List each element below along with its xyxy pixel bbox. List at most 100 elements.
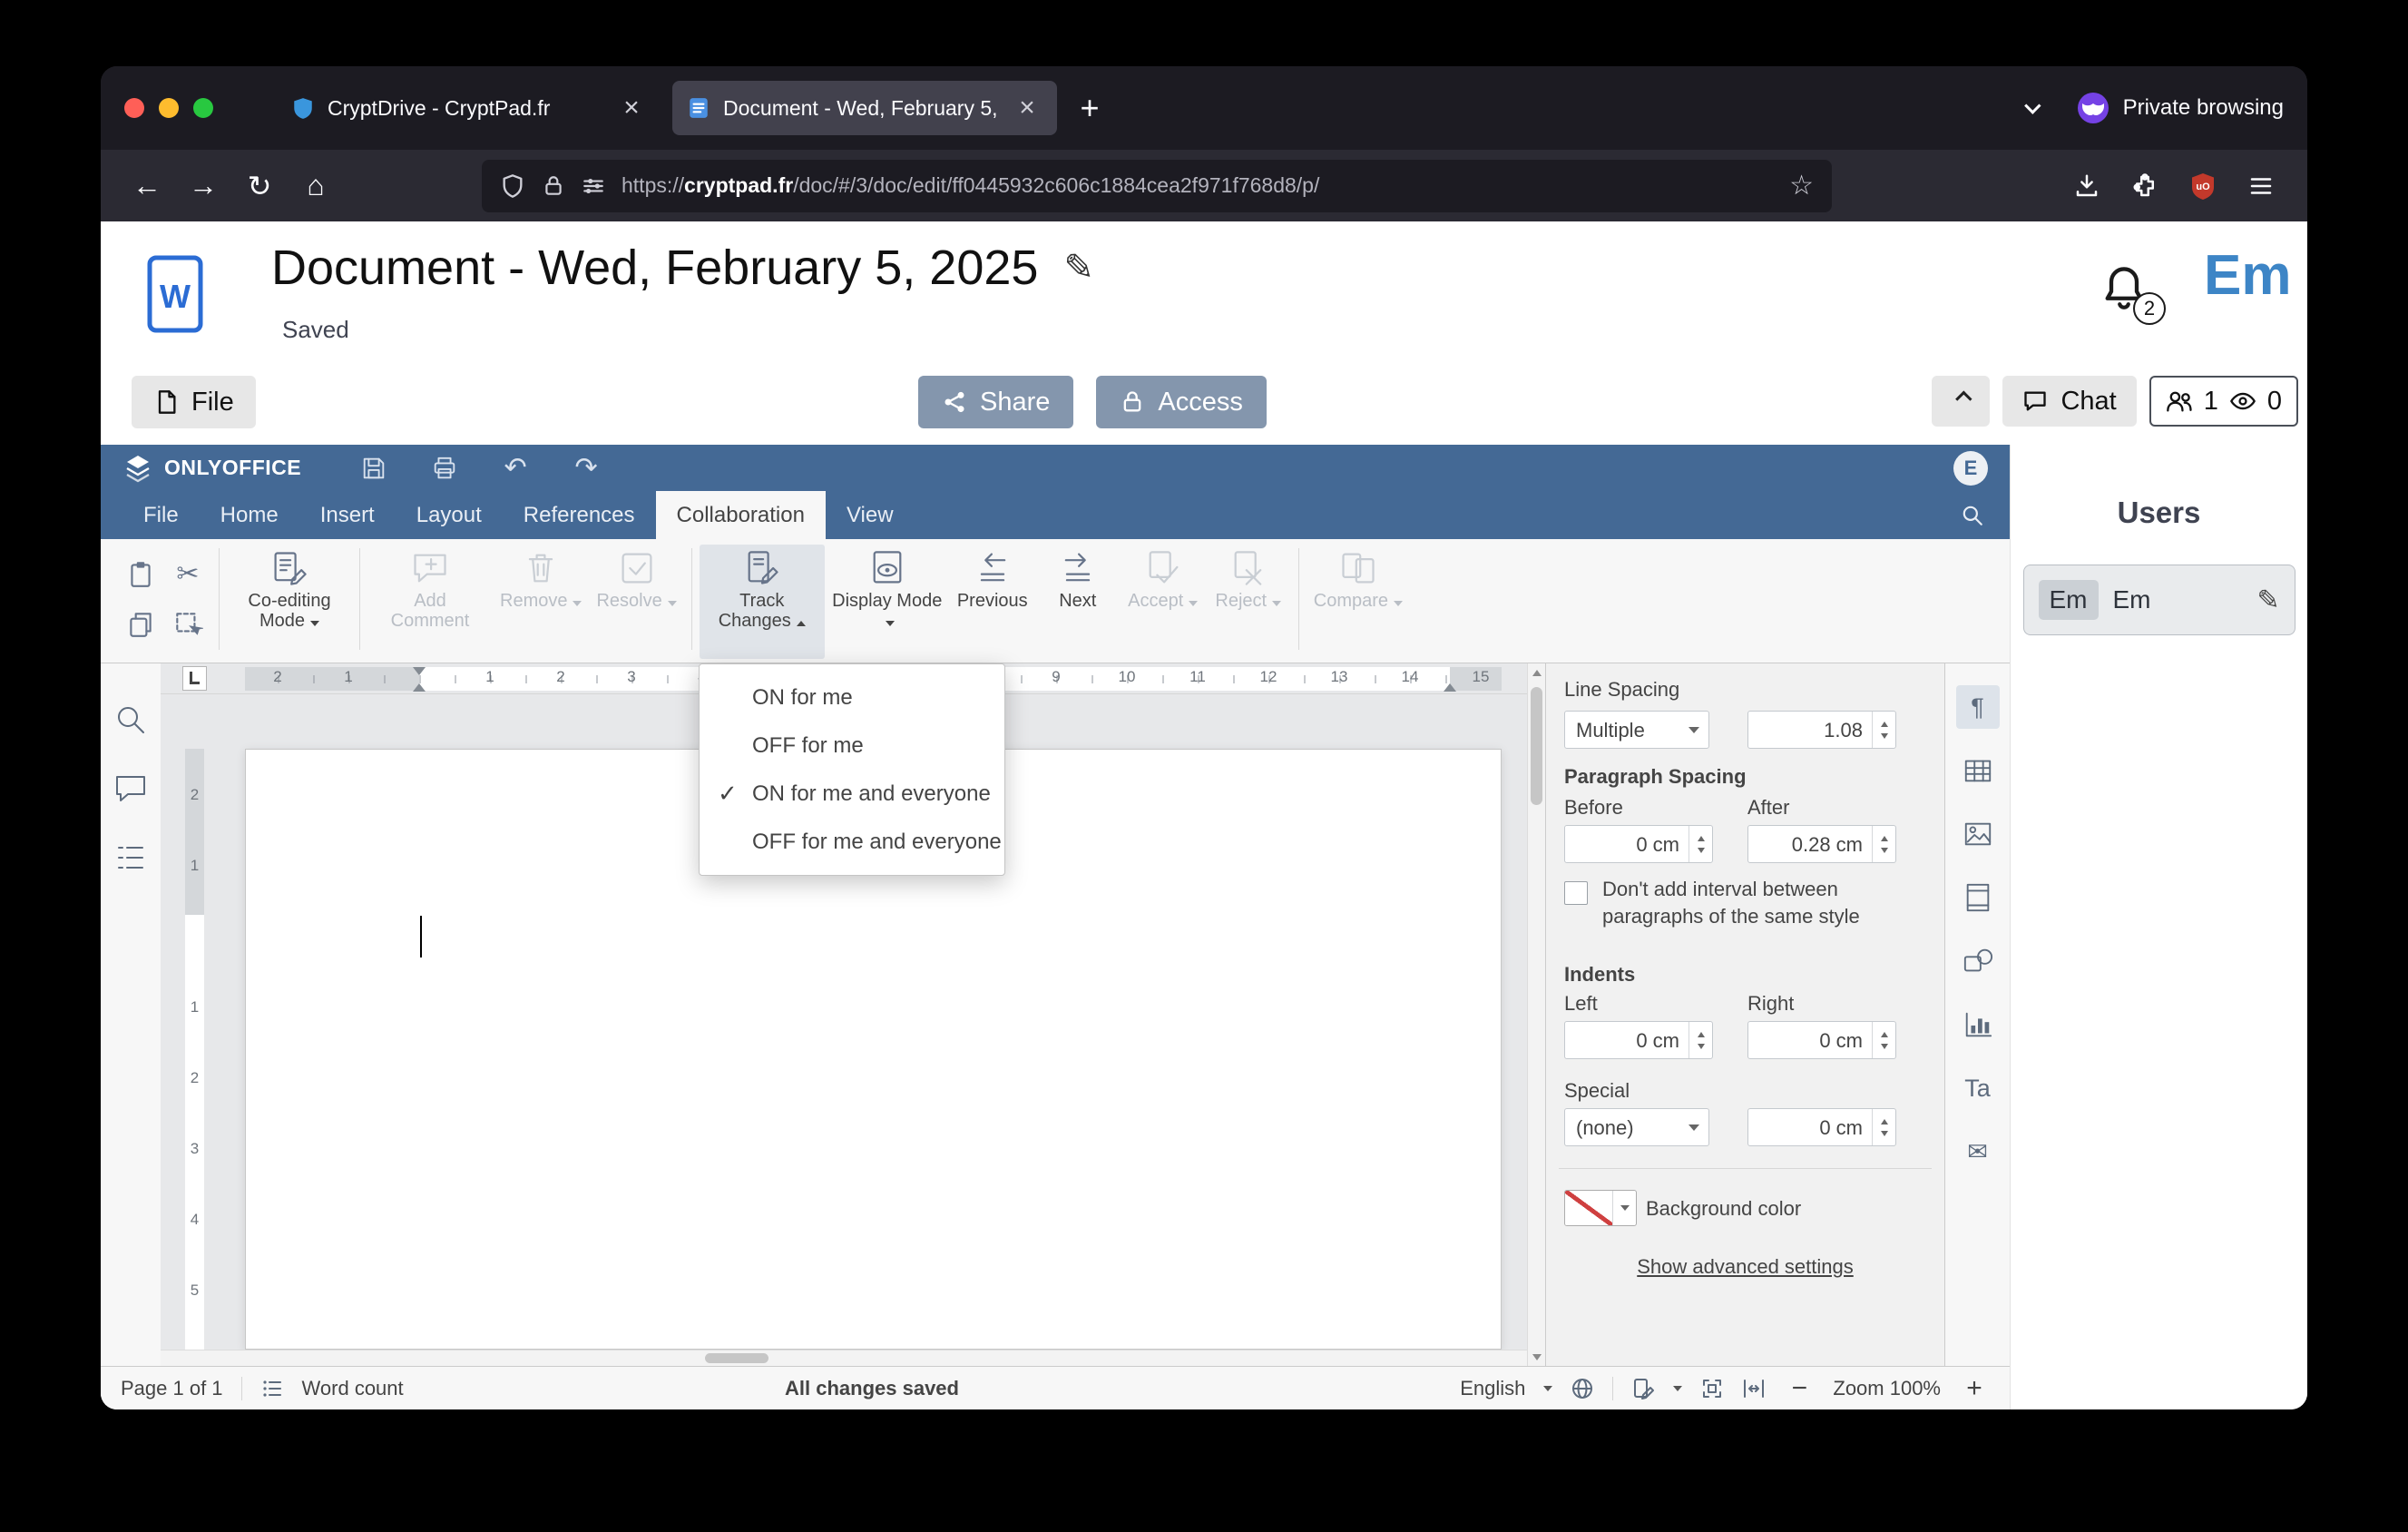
ublock-origin-button[interactable]: uO <box>2178 162 2227 211</box>
menu-item-off-for-me[interactable]: OFF for me <box>700 722 1004 770</box>
home-button[interactable]: ⌂ <box>291 162 340 211</box>
line-spacing-amount-spinner[interactable]: 1.08 <box>1747 711 1896 749</box>
tab-insert[interactable]: Insert <box>299 491 396 539</box>
url-text[interactable]: https://cryptpad.fr/doc/#/3/doc/edit/ff0… <box>622 173 1773 198</box>
page-indicator[interactable]: Page 1 of 1 <box>121 1377 223 1400</box>
track-changes-button[interactable]: Track Changes <box>699 545 825 659</box>
header-footer-settings-tab[interactable] <box>1956 876 2000 919</box>
forward-button[interactable]: → <box>179 162 228 211</box>
compare-button[interactable]: Compare <box>1307 545 1410 659</box>
redo-button[interactable]: ↷ <box>572 453 601 483</box>
special-amount-spinner[interactable]: 0 cm <box>1747 1108 1896 1146</box>
user-list-item[interactable]: Em Em ✎ <box>2022 565 2295 635</box>
zoom-out-button[interactable]: − <box>1784 1373 1815 1404</box>
print-button[interactable] <box>430 454 459 483</box>
zoom-level[interactable]: Zoom 100% <box>1833 1377 1941 1400</box>
tab-view[interactable]: View <box>826 491 915 539</box>
previous-change-button[interactable]: Previous <box>950 545 1035 659</box>
tab-references[interactable]: References <box>503 491 656 539</box>
close-window-button[interactable] <box>124 98 144 118</box>
new-tab-button[interactable]: + <box>1068 86 1111 130</box>
chat-button[interactable]: Chat <box>2002 376 2137 427</box>
copy-button[interactable] <box>122 606 159 643</box>
background-color-picker[interactable] <box>1564 1190 1637 1226</box>
tab-layout[interactable]: Layout <box>396 491 503 539</box>
table-settings-tab[interactable] <box>1956 749 2000 792</box>
reject-button[interactable]: Reject <box>1206 545 1291 659</box>
tab-home[interactable]: Home <box>200 491 299 539</box>
zoom-in-button[interactable]: + <box>1959 1373 1990 1404</box>
extensions-button[interactable] <box>2120 162 2169 211</box>
tab-document[interactable]: Document - Wed, February 5, 2 × <box>672 81 1057 135</box>
line-spacing-select[interactable]: Multiple <box>1564 711 1709 749</box>
list-all-tabs-button[interactable] <box>2011 88 2051 128</box>
shape-settings-tab[interactable] <box>1956 939 2000 983</box>
comments-icon[interactable] <box>113 771 149 807</box>
user-avatar[interactable]: Em <box>2204 243 2291 308</box>
image-settings-tab[interactable] <box>1956 812 2000 856</box>
tracking-protection-shield-icon[interactable] <box>500 173 525 199</box>
minimize-window-button[interactable] <box>159 98 179 118</box>
tab-cryptdrive[interactable]: CryptDrive - CryptPad.fr × <box>277 81 661 135</box>
edit-name-pencil-icon[interactable]: ✎ <box>2256 584 2279 616</box>
v-scrollbar-thumb[interactable] <box>1531 687 1542 805</box>
search-button[interactable] <box>1935 491 2010 539</box>
indent-right-spinner[interactable]: 0 cm <box>1747 1021 1896 1059</box>
horizontal-scrollbar[interactable] <box>161 1350 1527 1366</box>
resolve-button[interactable]: Resolve <box>589 545 683 659</box>
scroll-up-button[interactable] <box>1528 663 1545 682</box>
file-button[interactable]: File <box>132 376 256 428</box>
menu-item-off-for-everyone[interactable]: OFF for me and everyone <box>700 818 1004 866</box>
url-bar[interactable]: https://cryptpad.fr/doc/#/3/doc/edit/ff0… <box>482 159 1832 212</box>
collaborator-avatar[interactable]: E <box>1953 450 1988 486</box>
interval-checkbox[interactable] <box>1564 881 1588 905</box>
paste-button[interactable] <box>122 555 159 592</box>
display-mode-button[interactable]: Display Mode <box>825 545 950 659</box>
globe-icon[interactable] <box>1571 1377 1594 1400</box>
scroll-down-button[interactable] <box>1528 1348 1545 1366</box>
lock-icon[interactable] <box>542 174 565 198</box>
select-all-button[interactable] <box>170 606 206 643</box>
vertical-scrollbar[interactable] <box>1527 663 1545 1366</box>
navigation-headings-icon[interactable] <box>113 840 149 876</box>
share-button[interactable]: Share <box>918 376 1074 428</box>
collapse-toolbar-button[interactable] <box>1932 376 1991 427</box>
hanging-indent-marker[interactable] <box>413 683 426 692</box>
add-comment-button[interactable]: Add Comment <box>367 545 493 659</box>
coediting-mode-button[interactable]: Co-editing Mode <box>227 545 352 659</box>
spacing-after-spinner[interactable]: 0.28 cm <box>1747 825 1896 863</box>
rename-pencil-icon[interactable]: ✎ <box>1063 247 1094 289</box>
userlist-button[interactable]: 1 0 <box>2149 376 2298 427</box>
indent-left-spinner[interactable]: 0 cm <box>1564 1021 1713 1059</box>
special-select[interactable]: (none) <box>1564 1108 1709 1146</box>
access-button[interactable]: Access <box>1096 376 1267 428</box>
tab-stop-selector[interactable] <box>182 666 207 691</box>
notifications-bell-button[interactable]: 2 <box>2100 263 2166 325</box>
spacing-before-spinner[interactable]: 0 cm <box>1564 825 1713 863</box>
background-color-swatch[interactable] <box>1565 1191 1612 1225</box>
right-indent-marker[interactable] <box>1444 683 1456 692</box>
close-tab-icon[interactable]: × <box>1012 93 1042 123</box>
menu-item-on-for-everyone[interactable]: ✓ ON for me and everyone <box>700 770 1004 818</box>
vertical-ruler[interactable]: 21123456 <box>182 694 207 1366</box>
h-scrollbar-thumb[interactable] <box>705 1353 768 1363</box>
back-button[interactable]: ← <box>122 162 171 211</box>
maximize-window-button[interactable] <box>193 98 213 118</box>
track-changes-toggle-icon[interactable] <box>1631 1377 1655 1400</box>
background-color-caret[interactable] <box>1612 1191 1636 1225</box>
chart-settings-tab[interactable] <box>1956 1003 2000 1046</box>
close-tab-icon[interactable]: × <box>616 93 647 123</box>
downloads-button[interactable] <box>2062 162 2111 211</box>
tab-file[interactable]: File <box>122 491 200 539</box>
word-count-label[interactable]: Word count <box>302 1377 404 1400</box>
menu-hamburger-button[interactable] <box>2237 162 2286 211</box>
fit-page-icon[interactable] <box>1700 1377 1724 1400</box>
bookmark-star-icon[interactable]: ☆ <box>1789 170 1814 201</box>
first-line-indent-marker[interactable] <box>413 667 426 675</box>
save-button[interactable] <box>359 454 388 483</box>
tab-collaboration[interactable]: Collaboration <box>655 491 826 539</box>
remove-button[interactable]: Remove <box>493 545 589 659</box>
reload-button[interactable]: ↻ <box>235 162 284 211</box>
undo-button[interactable]: ↶ <box>501 453 530 483</box>
accept-button[interactable]: Accept <box>1121 545 1206 659</box>
